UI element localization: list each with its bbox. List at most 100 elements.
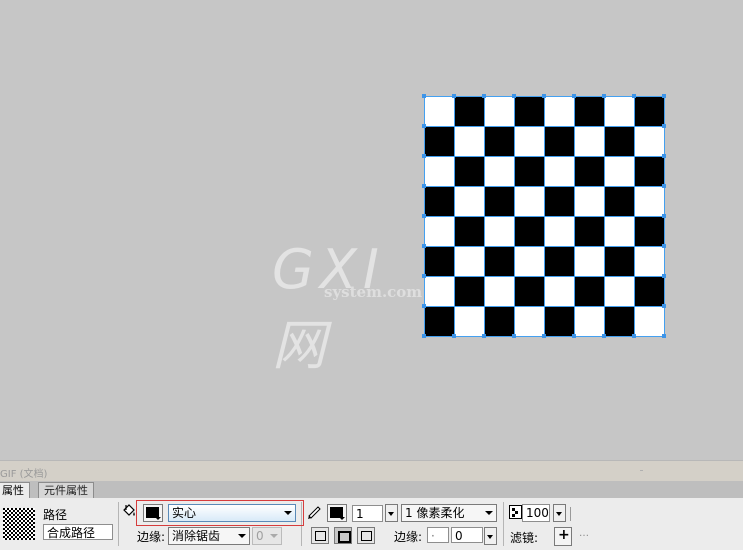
board-cell — [634, 126, 664, 156]
fill-type-value: 实心 — [172, 506, 197, 520]
anchor-handle[interactable] — [512, 94, 516, 98]
stroke-type-dropdown[interactable]: 1 像素柔化 — [401, 504, 497, 522]
anchor-handle[interactable] — [422, 244, 426, 248]
anchor-handle[interactable] — [422, 334, 426, 338]
object-thumbnail — [3, 508, 35, 540]
anchor-handle[interactable] — [662, 304, 666, 308]
fill-color-swatch[interactable] — [143, 504, 163, 522]
board-cell — [424, 306, 454, 336]
anchor-handle[interactable] — [632, 334, 636, 338]
board-cell — [604, 276, 634, 306]
board-cell — [544, 126, 574, 156]
opacity-icon — [509, 505, 522, 519]
anchor-handle[interactable] — [422, 274, 426, 278]
anchor-handle[interactable] — [422, 214, 426, 218]
board-cell — [634, 96, 664, 126]
fill-edge-dropdown[interactable]: 消除锯齿 — [168, 527, 250, 545]
anchor-handle[interactable] — [602, 334, 606, 338]
anchor-handle[interactable] — [632, 94, 636, 98]
anchor-handle[interactable] — [482, 334, 486, 338]
object-name-field[interactable]: 合成路径 — [43, 524, 113, 540]
anchor-handle[interactable] — [542, 334, 546, 338]
stroke-inside-button[interactable] — [311, 527, 329, 544]
plus-icon: + — [558, 527, 570, 543]
anchor-handle[interactable] — [422, 124, 426, 128]
tab-symbol-properties[interactable]: 元件属性 — [38, 482, 94, 498]
anchor-handle[interactable] — [602, 94, 606, 98]
board-cell — [484, 246, 514, 276]
anchor-handle[interactable] — [422, 184, 426, 188]
board-cell — [454, 246, 484, 276]
board-cell — [604, 96, 634, 126]
board-cell — [604, 306, 634, 336]
anchor-handle[interactable] — [482, 94, 486, 98]
anchor-handle[interactable] — [662, 124, 666, 128]
board-cell — [514, 156, 544, 186]
watermark-domain-text: system.com — [324, 283, 423, 301]
pencil-icon — [308, 506, 321, 519]
board-cell — [484, 276, 514, 306]
anchor-handle[interactable] — [662, 334, 666, 338]
board-cell — [634, 246, 664, 276]
stroke-color-swatch[interactable] — [327, 504, 347, 522]
board-cell — [454, 156, 484, 186]
board-cell — [424, 96, 454, 126]
fill-edge-label: 边缘: — [137, 530, 166, 544]
checkerboard-path[interactable] — [422, 94, 666, 338]
board-cell — [634, 276, 664, 306]
board-cell — [634, 216, 664, 246]
board-cell — [484, 126, 514, 156]
anchor-handle[interactable] — [452, 334, 456, 338]
stroke-outside-button[interactable] — [357, 527, 375, 544]
anchor-handle[interactable] — [512, 334, 516, 338]
anchor-handle[interactable] — [422, 304, 426, 308]
anchor-handle[interactable] — [422, 154, 426, 158]
board-cell — [574, 126, 604, 156]
anchor-handle[interactable] — [542, 94, 546, 98]
fill-feather-field[interactable]: 0 — [252, 527, 282, 545]
document-canvas[interactable]: GXI网 system.com — [0, 0, 743, 460]
tab-properties[interactable]: 属性 — [0, 482, 30, 498]
anchor-handle[interactable] — [422, 94, 426, 98]
strip-divider — [640, 470, 643, 471]
board-cell — [514, 216, 544, 246]
stroke-size-dropdown[interactable] — [385, 504, 398, 522]
anchor-handle[interactable] — [662, 184, 666, 188]
anchor-handle[interactable] — [662, 274, 666, 278]
path-edge — [514, 96, 515, 336]
anchor-handle[interactable] — [572, 334, 576, 338]
board-cell — [514, 96, 544, 126]
board-cell — [484, 186, 514, 216]
opacity-dropdown[interactable] — [553, 504, 566, 522]
opacity-field[interactable]: 100 — [522, 504, 550, 522]
board-cell — [574, 186, 604, 216]
stroke-center-button[interactable] — [334, 527, 352, 544]
anchor-handle[interactable] — [452, 94, 456, 98]
add-filter-button[interactable]: + — [554, 527, 572, 546]
board-cell — [454, 306, 484, 336]
stroke-edge-slider[interactable]: · — [427, 527, 449, 543]
board-cell — [424, 186, 454, 216]
path-edge — [484, 96, 485, 336]
stroke-edge-label: 边缘: — [394, 530, 423, 544]
stroke-edge-field[interactable]: 0 — [451, 527, 483, 543]
path-edge — [544, 96, 545, 336]
anchor-handle[interactable] — [662, 214, 666, 218]
stroke-edge-dropdown[interactable] — [484, 527, 497, 545]
anchor-handle[interactable] — [662, 154, 666, 158]
watermark: GXI网 system.com — [272, 238, 432, 377]
board-cell — [604, 216, 634, 246]
board-cell — [544, 276, 574, 306]
board-cell — [574, 246, 604, 276]
fill-feather-value: 0 — [256, 529, 264, 543]
anchor-handle[interactable] — [572, 94, 576, 98]
anchor-handle[interactable] — [662, 244, 666, 248]
fill-type-dropdown[interactable]: 实心 — [168, 504, 296, 522]
board-cell — [484, 156, 514, 186]
board-cell — [604, 246, 634, 276]
board-cell — [604, 186, 634, 216]
divider — [118, 502, 119, 546]
anchor-handle[interactable] — [662, 94, 666, 98]
stroke-size-field[interactable]: 1 — [352, 505, 383, 522]
board-cell — [514, 246, 544, 276]
